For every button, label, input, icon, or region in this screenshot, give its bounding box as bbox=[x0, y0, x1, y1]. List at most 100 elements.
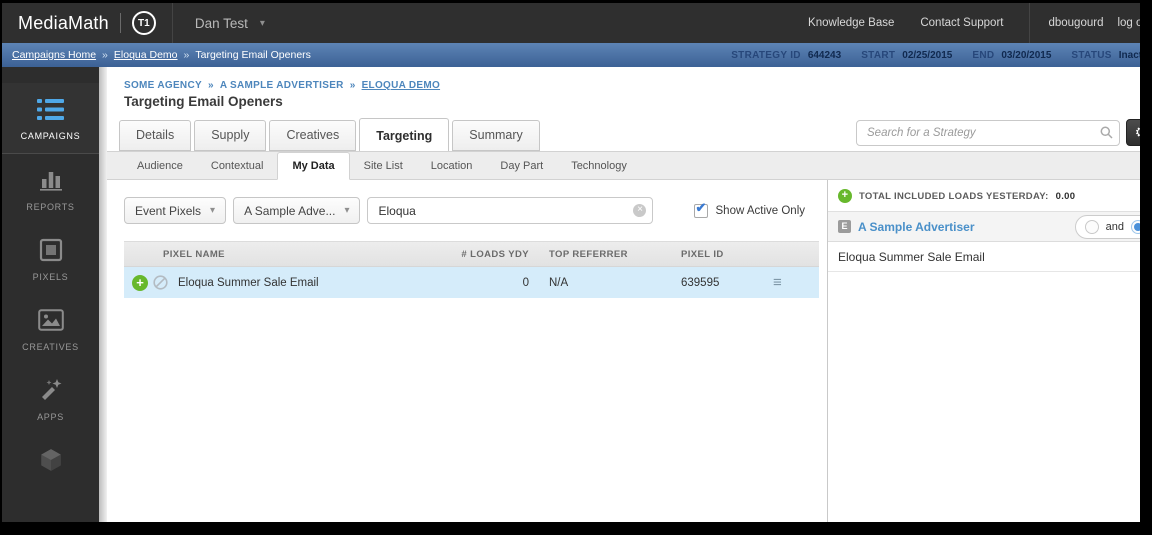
image-icon bbox=[37, 305, 64, 335]
subtab-location[interactable]: Location bbox=[417, 153, 487, 179]
strategy-search-input[interactable] bbox=[856, 119, 1120, 146]
exclude-pixel-icon[interactable] bbox=[153, 275, 168, 290]
campaigns-list-icon bbox=[37, 94, 64, 124]
subtab-my-data[interactable]: My Data bbox=[277, 152, 350, 180]
tab-targeting[interactable]: Targeting bbox=[359, 118, 450, 152]
strategy-meta: STRATEGY ID 644243 START 02/25/2015 END 03/… bbox=[731, 50, 1140, 61]
pixel-browser-pane: Event Pixels ▾ A Sample Adve... ▾ × bbox=[107, 180, 827, 522]
pixel-filter-row: Event Pixels ▾ A Sample Adve... ▾ × bbox=[124, 197, 819, 224]
context-campaign-link[interactable]: ELOQUA DEMO bbox=[362, 80, 441, 91]
subtab-site-list[interactable]: Site List bbox=[350, 153, 417, 179]
sidebar-item-label: CAMPAIGNS bbox=[20, 131, 81, 141]
top-bar: MediaMath T1 Dan Test ▾ Knowledge Base C… bbox=[2, 3, 1140, 43]
context-separator: » bbox=[349, 80, 356, 91]
tab-summary[interactable]: Summary bbox=[452, 120, 540, 151]
main-tabs: Details Supply Creatives Targeting Summa… bbox=[107, 109, 1140, 152]
sidebar-item-apps[interactable]: APPS bbox=[2, 364, 99, 434]
user-context-menu[interactable]: Dan Test ▾ bbox=[195, 16, 265, 31]
subtab-technology[interactable]: Technology bbox=[557, 153, 641, 179]
contact-support-link[interactable]: Contact Support bbox=[920, 17, 1003, 29]
t1-logo-icon: T1 bbox=[131, 11, 156, 35]
entity-type-badge: E bbox=[838, 220, 851, 233]
gear-icon: ⚙ bbox=[1135, 124, 1140, 140]
knowledge-base-link[interactable]: Knowledge Base bbox=[808, 17, 894, 29]
logo-divider bbox=[119, 13, 121, 33]
breadcrumb-campaigns-home[interactable]: Campaigns Home bbox=[12, 49, 96, 61]
sidebar-item-label: APPS bbox=[37, 412, 64, 422]
topbar-divider bbox=[1029, 3, 1031, 43]
show-active-only-control: ✔ Show Active Only bbox=[693, 200, 805, 218]
column-pixel-name: PIXEL NAME bbox=[163, 248, 225, 260]
operator-or-radio[interactable] bbox=[1084, 219, 1099, 234]
include-pixel-icon[interactable]: + bbox=[132, 274, 148, 291]
advertiser-group-link[interactable]: A Sample Advertiser bbox=[858, 220, 975, 234]
mediamath-logo: MediaMath bbox=[18, 12, 109, 33]
context-advertiser: A SAMPLE ADVERTISER bbox=[219, 80, 344, 91]
search-icon bbox=[1100, 126, 1113, 144]
show-active-checkbox[interactable]: ✔ bbox=[693, 200, 708, 218]
tab-supply[interactable]: Supply bbox=[194, 120, 267, 151]
strategy-search: ⚙ bbox=[856, 119, 1140, 146]
pixel-type-dropdown-label: Event Pixels bbox=[135, 203, 202, 218]
breadcrumb-separator: » bbox=[183, 49, 190, 61]
sidebar-item-admin[interactable] bbox=[2, 434, 99, 487]
subtab-audience[interactable]: Audience bbox=[123, 153, 197, 179]
breadcrumb: Campaigns Home » Eloqua Demo » Targeting… bbox=[12, 49, 311, 61]
pixel-table: PIXEL NAME # LOADS YDY TOP REFERRER PIXE… bbox=[124, 241, 819, 298]
column-pixel-id: PIXEL ID bbox=[681, 248, 724, 260]
sidebar-item-label: CREATIVES bbox=[22, 342, 79, 352]
total-included-label: TOTAL INCLUDED LOADS YESTERDAY: bbox=[859, 190, 1049, 202]
top-referrer-cell: N/A bbox=[549, 276, 569, 289]
sidebar-item-label: REPORTS bbox=[26, 202, 75, 212]
tab-details[interactable]: Details bbox=[119, 120, 192, 151]
main-content: SOME AGENCY » A SAMPLE ADVERTISER » ELOQ… bbox=[107, 67, 1140, 522]
tab-creatives[interactable]: Creatives bbox=[269, 120, 357, 151]
total-included-value: 0.00 bbox=[1055, 190, 1076, 202]
sidebar-item-pixels[interactable]: PIXELS bbox=[2, 224, 99, 294]
operator-and-radio[interactable] bbox=[1131, 219, 1140, 234]
subtab-day-part[interactable]: Day Part bbox=[486, 153, 557, 179]
pixel-id-cell: 639595 bbox=[681, 276, 720, 289]
advertiser-dropdown-label: A Sample Adve... bbox=[244, 203, 336, 218]
breadcrumb-separator: » bbox=[102, 49, 108, 61]
topbar-divider bbox=[171, 3, 173, 43]
operator-and-label: and bbox=[1105, 220, 1124, 233]
settings-gear-button[interactable]: ⚙ bbox=[1126, 119, 1140, 146]
and-or-toggle: and bbox=[1074, 214, 1140, 239]
page-title: Targeting Email Openers bbox=[124, 94, 283, 109]
logout-link[interactable]: log out bbox=[1117, 17, 1140, 29]
pixel-search: × bbox=[367, 197, 654, 224]
advertiser-dropdown[interactable]: A Sample Adve... ▾ bbox=[233, 197, 361, 224]
pixel-name-cell: Eloqua Summer Sale Email bbox=[178, 276, 319, 289]
magic-wand-icon bbox=[39, 375, 63, 405]
pixel-table-header: PIXEL NAME # LOADS YDY TOP REFERRER PIXE… bbox=[124, 241, 819, 267]
included-pixel-item: Eloqua Summer Sale Email bbox=[828, 242, 1140, 272]
context-separator: » bbox=[207, 80, 214, 91]
checkmark-icon: ✔ bbox=[695, 199, 707, 215]
loads-ydy-cell: 0 bbox=[522, 276, 529, 289]
chevron-down-icon: ▾ bbox=[210, 205, 216, 216]
breadcrumb-campaign[interactable]: Eloqua Demo bbox=[114, 49, 178, 61]
sidebar-item-campaigns[interactable]: CAMPAIGNS bbox=[2, 83, 99, 154]
username-label: dbougourd bbox=[1048, 17, 1104, 29]
user-context-label: Dan Test bbox=[194, 15, 248, 31]
sidebar-item-creatives[interactable]: CREATIVES bbox=[2, 294, 99, 364]
context-agency: SOME AGENCY bbox=[124, 80, 202, 91]
sidebar-item-label: PIXELS bbox=[32, 272, 69, 282]
context-breadcrumb: SOME AGENCY » A SAMPLE ADVERTISER » ELOQ… bbox=[107, 67, 1140, 91]
row-menu-icon[interactable]: ≡ bbox=[773, 274, 782, 291]
status-label: STATUS bbox=[1071, 49, 1112, 61]
pixel-square-icon bbox=[39, 235, 63, 265]
start-date-label: START bbox=[861, 49, 896, 61]
subtab-contextual[interactable]: Contextual bbox=[197, 153, 278, 179]
pixel-type-dropdown[interactable]: Event Pixels ▾ bbox=[124, 197, 227, 224]
included-plus-icon: + bbox=[838, 189, 852, 203]
pixel-search-input[interactable] bbox=[367, 197, 654, 224]
sidebar-item-reports[interactable]: REPORTS bbox=[2, 154, 99, 224]
included-pixels-panel: + TOTAL INCLUDED LOADS YESTERDAY: 0.00 E… bbox=[827, 180, 1140, 522]
topbar-right-links: Knowledge Base Contact Support dbougourd… bbox=[808, 3, 1140, 43]
strategy-id-label: STRATEGY ID bbox=[731, 49, 801, 61]
strategy-id-value: 644243 bbox=[807, 49, 842, 61]
table-row[interactable]: + Eloqua Summer Sale Email 0 N/A 639595 … bbox=[124, 267, 819, 298]
app-window: MediaMath T1 Dan Test ▾ Knowledge Base C… bbox=[2, 3, 1140, 522]
